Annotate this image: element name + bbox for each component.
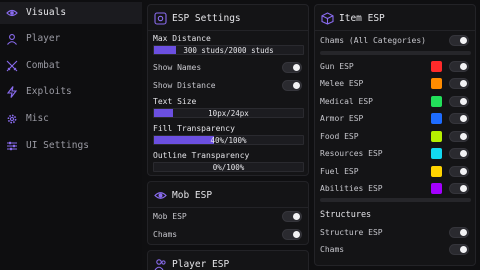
fuel-esp-toggle[interactable] [449, 166, 469, 177]
swords-icon [6, 60, 18, 72]
sidebar-item-label: Misc [26, 113, 49, 124]
text-size-label: Text Size [153, 97, 197, 106]
show-names-label: Show Names [153, 63, 202, 72]
show-distance-label: Show Distance [153, 81, 216, 90]
sidebar-item-player[interactable]: Player [0, 28, 142, 50]
fuel-color-swatch[interactable] [431, 166, 442, 177]
structure-chams-toggle[interactable] [449, 244, 469, 255]
fill-transparency-label: Fill Transparency [153, 124, 235, 133]
text-size-slider[interactable]: 10px/24px [153, 108, 304, 118]
sidebar-item-visuals[interactable]: Visuals [0, 2, 142, 24]
divider [320, 198, 471, 202]
armor-esp-toggle[interactable] [449, 113, 469, 124]
slider-value: 300 studs/2000 studs [183, 46, 274, 55]
eye-icon [154, 192, 167, 199]
structures-heading: Structures [320, 210, 372, 220]
sidebar-item-exploits[interactable]: Exploits [0, 81, 142, 103]
panel-title: Item ESP [339, 13, 385, 24]
panel-title: Player ESP [172, 259, 230, 270]
mob-chams-toggle[interactable] [282, 229, 302, 240]
panel-title: ESP Settings [172, 13, 241, 24]
sidebar-item-ui-settings[interactable]: UI Settings [0, 135, 142, 157]
slider-value: 40%/100% [210, 136, 247, 145]
player-esp-panel: Player ESP [147, 250, 309, 270]
users-icon [154, 259, 166, 270]
esp-settings-panel: ESP Settings Max Distance 300 studs/2000… [147, 4, 309, 176]
slider-value: 10px/24px [208, 109, 249, 118]
gear-icon [7, 114, 17, 124]
max-distance-slider[interactable]: 300 studs/2000 studs [153, 45, 304, 55]
sidebar-item-misc[interactable]: Misc [0, 108, 142, 130]
food-esp-label: Food ESP [320, 132, 359, 141]
mob-esp-toggle[interactable] [282, 211, 302, 222]
abilities-color-swatch[interactable] [431, 183, 442, 194]
sidebar-item-combat[interactable]: Combat [0, 55, 142, 77]
sidebar: Visuals Player Combat Exploits Misc UI S… [0, 0, 142, 270]
outline-transparency-slider[interactable]: 0%/100% [153, 162, 304, 172]
user-icon [7, 34, 17, 45]
medical-esp-label: Medical ESP [320, 97, 373, 106]
armor-esp-label: Armor ESP [320, 114, 364, 123]
abilities-esp-toggle[interactable] [449, 183, 469, 194]
melee-esp-label: Melee ESP [320, 79, 364, 88]
resources-esp-toggle[interactable] [449, 148, 469, 159]
lightning-icon [6, 86, 18, 98]
panel-title: Mob ESP [172, 190, 213, 201]
cube-icon [321, 12, 334, 25]
sidebar-item-label: UI Settings [26, 140, 89, 151]
show-distance-toggle[interactable] [282, 80, 302, 91]
cog-box-icon [154, 12, 167, 25]
panel-header: Player ESP [148, 251, 308, 270]
sidebar-item-label: Exploits [26, 86, 72, 97]
divider [320, 51, 471, 55]
melee-esp-toggle[interactable] [449, 78, 469, 89]
chams-all-label: Chams (All Categories) [320, 36, 426, 45]
slider-value: 0%/100% [212, 163, 245, 172]
structure-esp-label: Structure ESP [320, 228, 383, 237]
resources-esp-label: Resources ESP [320, 149, 383, 158]
medical-esp-toggle[interactable] [449, 96, 469, 107]
gun-esp-label: Gun ESP [320, 62, 354, 71]
sliders-icon [7, 141, 17, 151]
mob-esp-panel: Mob ESP Mob ESP Chams [147, 181, 309, 245]
resources-color-swatch[interactable] [431, 148, 442, 159]
sidebar-item-label: Visuals [26, 7, 67, 18]
mob-chams-label: Chams [153, 230, 178, 239]
medical-color-swatch[interactable] [431, 96, 442, 107]
armor-color-swatch[interactable] [431, 113, 442, 124]
food-color-swatch[interactable] [431, 131, 442, 142]
panel-header: Item ESP [315, 5, 475, 31]
structure-esp-toggle[interactable] [449, 227, 469, 238]
panel-header: Mob ESP [148, 182, 308, 208]
show-names-toggle[interactable] [282, 62, 302, 73]
outline-transparency-label: Outline Transparency [153, 151, 250, 160]
gun-color-swatch[interactable] [431, 61, 442, 72]
fill-transparency-slider[interactable]: 40%/100% [153, 135, 304, 145]
chams-all-toggle[interactable] [449, 35, 469, 46]
panel-header: ESP Settings [148, 5, 308, 31]
max-distance-label: Max Distance [153, 34, 211, 43]
sidebar-item-label: Player [26, 33, 61, 44]
abilities-esp-label: Abilities ESP [320, 184, 383, 193]
item-esp-panel: Item ESP Chams (All Categories) Gun ESP … [314, 4, 476, 266]
melee-color-swatch[interactable] [431, 78, 442, 89]
sidebar-item-label: Combat [26, 60, 61, 71]
structure-chams-label: Chams [320, 245, 345, 254]
mob-esp-label: Mob ESP [153, 212, 187, 221]
fuel-esp-label: Fuel ESP [320, 167, 359, 176]
food-esp-toggle[interactable] [449, 131, 469, 142]
gun-esp-toggle[interactable] [449, 61, 469, 72]
eye-icon [6, 9, 18, 17]
